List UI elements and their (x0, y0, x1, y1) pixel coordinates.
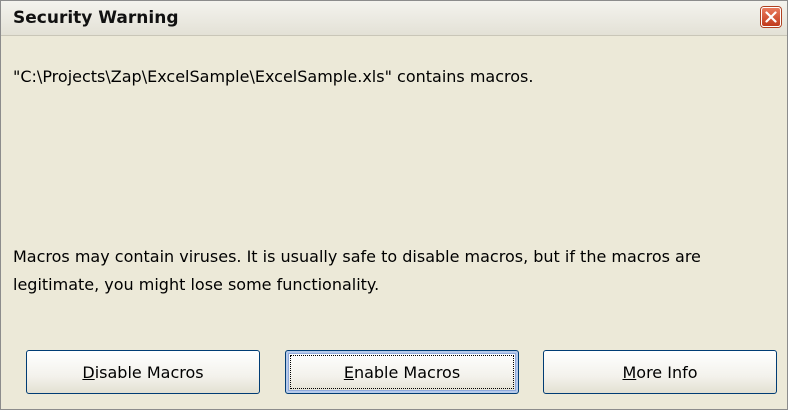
security-warning-dialog: Security Warning "C:\Projects\Zap\ExcelS… (0, 0, 788, 410)
macro-virus-warning: Macros may contain viruses. It is usuall… (13, 247, 701, 294)
more-info-button[interactable]: More Info (543, 350, 777, 394)
disable-accel-key: D (82, 362, 95, 382)
close-button[interactable] (761, 7, 781, 27)
more-info-label-rest: ore Info (636, 362, 698, 382)
enable-macros-button[interactable]: Enable Macros (285, 350, 519, 394)
disable-macros-label: Disable Macros (82, 363, 203, 382)
more-info-label: More Info (622, 363, 697, 382)
title-bar[interactable]: Security Warning (1, 1, 787, 36)
enable-macros-label: Enable Macros (344, 363, 460, 382)
disable-macros-button[interactable]: Disable Macros (26, 350, 260, 394)
disable-label-rest: isable Macros (94, 362, 204, 382)
file-macros-message: "C:\Projects\Zap\ExcelSample\ExcelSample… (13, 67, 534, 86)
dialog-title: Security Warning (13, 8, 179, 28)
enable-label-rest: nable Macros (353, 362, 461, 382)
enable-accel-key: E (343, 362, 354, 382)
more-info-accel-key: M (622, 362, 637, 382)
close-x-icon (765, 11, 777, 23)
